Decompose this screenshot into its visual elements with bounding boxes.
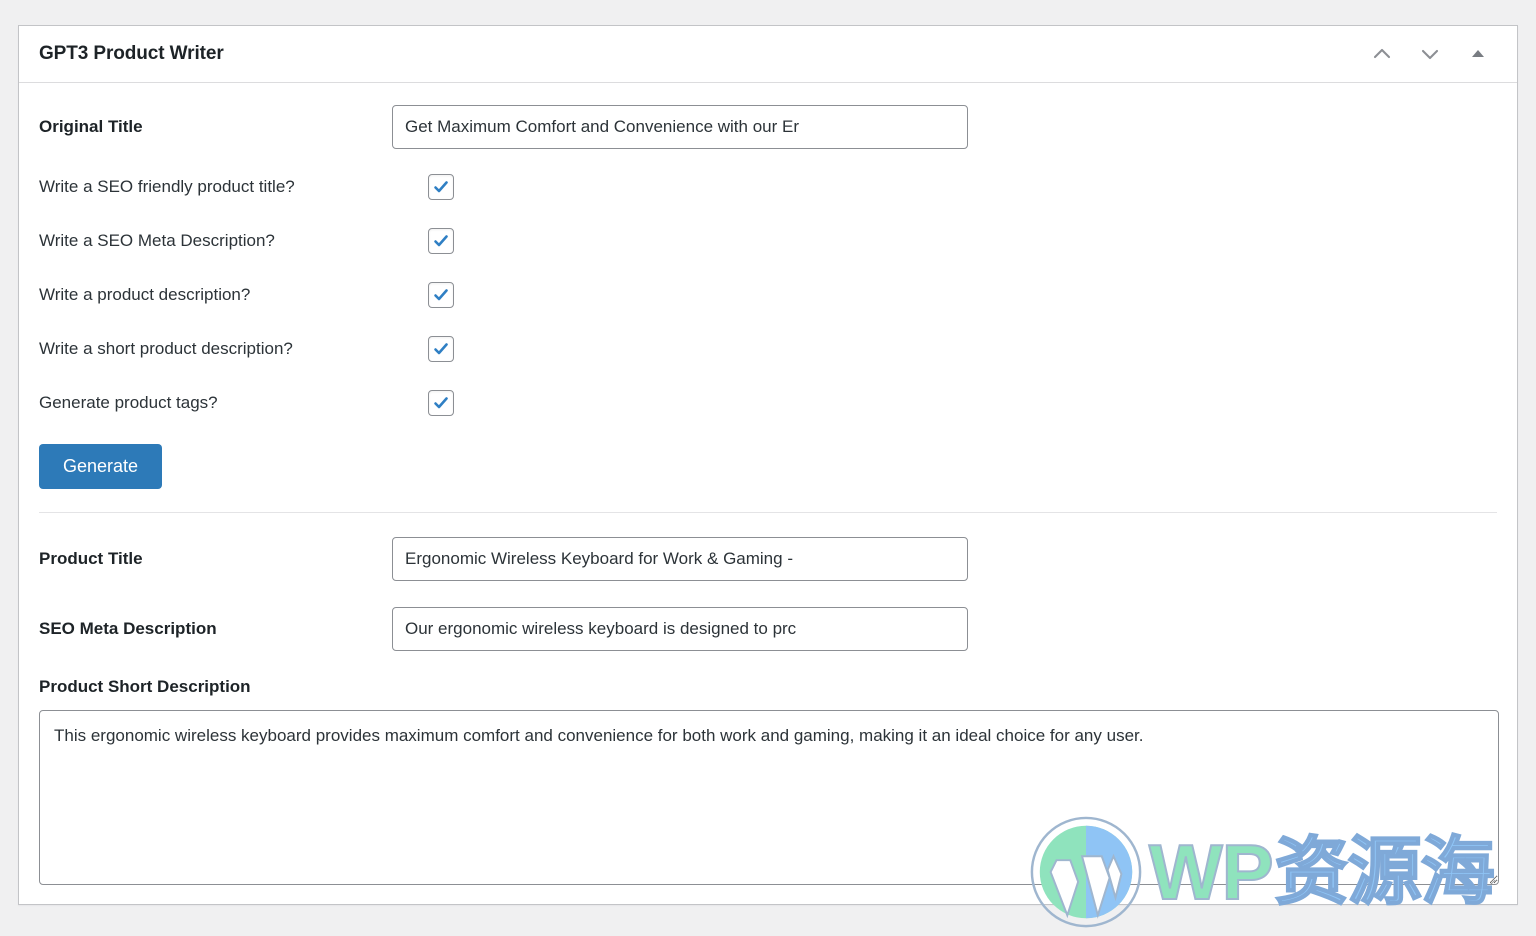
check-icon bbox=[432, 286, 450, 304]
option-label-seo-meta: Write a SEO Meta Description? bbox=[39, 230, 275, 250]
generate-button[interactable]: Generate bbox=[39, 444, 163, 489]
chevron-down-icon bbox=[1418, 42, 1442, 66]
option-checkbox-product-tags-wrap bbox=[428, 390, 454, 416]
option-row-product-tags: Generate product tags? bbox=[39, 376, 1497, 430]
panel-header-actions bbox=[1365, 37, 1505, 71]
product-short-description-block: Product Short Description This ergonomic… bbox=[39, 677, 1499, 885]
results-section: Product Title SEO Meta Description Produ… bbox=[39, 513, 1499, 885]
option-checkbox-short-description-wrap bbox=[428, 336, 454, 362]
triangle-up-icon bbox=[1469, 45, 1487, 63]
option-checkbox-product-description[interactable] bbox=[428, 282, 454, 308]
product-title-row: Product Title bbox=[39, 537, 1497, 581]
option-row-short-description: Write a short product description? bbox=[39, 322, 1497, 376]
option-row-product-description: Write a product description? bbox=[39, 268, 1497, 322]
option-label-seo-title: Write a SEO friendly product title? bbox=[39, 176, 295, 196]
option-checkbox-seo-title-wrap bbox=[428, 174, 454, 200]
product-short-description-value: This ergonomic wireless keyboard provide… bbox=[54, 726, 1144, 745]
move-up-button[interactable] bbox=[1365, 37, 1399, 71]
product-short-description-label: Product Short Description bbox=[39, 677, 251, 696]
move-down-button[interactable] bbox=[1413, 37, 1447, 71]
check-icon bbox=[432, 232, 450, 250]
check-icon bbox=[432, 340, 450, 358]
seo-meta-description-input[interactable] bbox=[392, 607, 968, 651]
panel-body: Original Title Write a SEO friendly prod… bbox=[19, 83, 1517, 885]
option-checkbox-seo-title[interactable] bbox=[428, 174, 454, 200]
page-title: GPT3 Product Writer bbox=[39, 42, 224, 64]
option-label-short-description: Write a short product description? bbox=[39, 338, 293, 358]
option-checkbox-seo-meta[interactable] bbox=[428, 228, 454, 254]
check-icon bbox=[432, 178, 450, 196]
chevron-up-icon bbox=[1370, 42, 1394, 66]
check-icon bbox=[432, 394, 450, 412]
option-checkbox-product-tags[interactable] bbox=[428, 390, 454, 416]
option-row-seo-meta: Write a SEO Meta Description? bbox=[39, 214, 1497, 268]
original-title-input[interactable] bbox=[392, 105, 968, 149]
gpt3-product-writer-panel: GPT3 Product Writer Original Title Get M… bbox=[18, 25, 1518, 928]
product-title-input[interactable] bbox=[392, 537, 968, 581]
panel-header: GPT3 Product Writer bbox=[19, 26, 1517, 83]
product-title-label: Product Title bbox=[39, 548, 143, 568]
option-checkbox-seo-meta-wrap bbox=[428, 228, 454, 254]
toggle-panel-button[interactable] bbox=[1461, 37, 1495, 71]
option-label-product-description: Write a product description? bbox=[39, 284, 251, 304]
original-title-label: Original Title bbox=[39, 116, 143, 136]
seo-meta-description-row: SEO Meta Description bbox=[39, 607, 1497, 651]
generate-button-wrap: Generate bbox=[39, 430, 1497, 489]
resize-handle-icon[interactable] bbox=[1484, 870, 1496, 884]
product-short-description-textarea[interactable]: This ergonomic wireless keyboard provide… bbox=[39, 710, 1499, 885]
option-checkbox-product-description-wrap bbox=[428, 282, 454, 308]
option-row-seo-title: Write a SEO friendly product title? bbox=[39, 160, 1497, 214]
option-label-product-tags: Generate product tags? bbox=[39, 392, 218, 412]
seo-meta-description-label: SEO Meta Description bbox=[39, 618, 217, 638]
original-title-row: Original Title bbox=[39, 105, 1497, 149]
option-checkbox-short-description[interactable] bbox=[428, 336, 454, 362]
